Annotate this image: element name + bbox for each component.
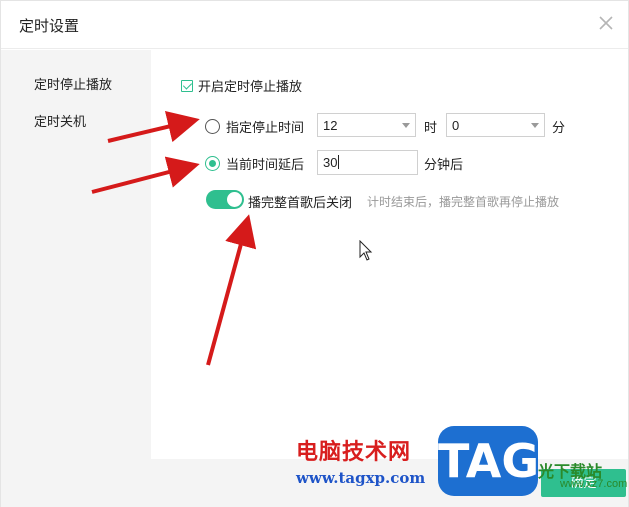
settings-panel: 开启定时停止播放 指定停止时间 12 时 0 分 当前时间延后 30 分钟后 播… xyxy=(151,50,628,459)
dialog-titlebar: 定时设置 xyxy=(1,1,628,49)
hour-select[interactable]: 12 xyxy=(317,113,416,137)
minute-select[interactable]: 0 xyxy=(446,113,545,137)
chevron-down-icon xyxy=(402,123,410,128)
enable-timer-checkbox-row[interactable]: 开启定时停止播放 xyxy=(181,76,302,95)
delay-radio[interactable] xyxy=(205,156,220,171)
watermark-url: www.tagxp.com xyxy=(296,469,426,487)
specify-time-radio[interactable] xyxy=(205,119,220,134)
minute-unit: 分 xyxy=(552,120,566,135)
delay-option[interactable]: 当前时间延后 xyxy=(205,154,304,173)
delay-minutes-input[interactable]: 30 xyxy=(317,150,418,175)
delay-minutes-value: 30 xyxy=(323,155,338,170)
dialog-title: 定时设置 xyxy=(19,18,80,35)
watermark-logo: TAG xyxy=(438,426,539,496)
hour-unit: 时 xyxy=(424,120,438,135)
chevron-down-icon xyxy=(531,123,539,128)
sidebar-item-shutdown[interactable]: 定时关机 xyxy=(34,111,86,130)
mouse-cursor-icon xyxy=(359,240,373,261)
text-caret xyxy=(338,155,340,169)
timer-settings-dialog: 定时设置 定时停止播放 定时关机 开启定时停止播放 指定停止时间 12 时 0 … xyxy=(0,0,629,507)
toggle-knob xyxy=(227,192,242,207)
close-icon[interactable] xyxy=(596,13,616,33)
finish-song-toggle[interactable] xyxy=(206,190,244,209)
sidebar: 定时停止播放 定时关机 xyxy=(1,50,151,459)
watermark-site-url: www.xz7.com xyxy=(560,478,628,490)
delay-unit: 分钟后 xyxy=(424,157,464,172)
specify-time-label: 指定停止时间 xyxy=(226,120,305,135)
sidebar-item-stop-playback[interactable]: 定时停止播放 xyxy=(34,74,112,93)
delay-label: 当前时间延后 xyxy=(226,157,305,172)
minute-value: 0 xyxy=(452,118,460,133)
finish-song-hint: 计时结束后，播完整首歌再停止播放 xyxy=(367,195,560,209)
enable-timer-label: 开启定时停止播放 xyxy=(198,79,303,94)
finish-song-label: 播完整首歌后关闭 xyxy=(248,195,353,210)
hour-value: 12 xyxy=(323,118,338,133)
specify-time-option[interactable]: 指定停止时间 xyxy=(205,117,304,136)
enable-timer-checkbox[interactable] xyxy=(181,79,193,92)
watermark-cn-text: 电脑技术网 xyxy=(296,440,412,465)
